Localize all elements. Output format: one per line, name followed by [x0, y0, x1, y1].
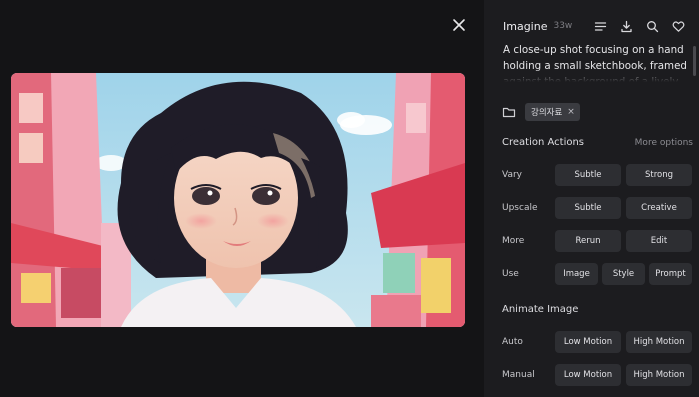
folder-tag[interactable]: 강의자료 × [525, 103, 580, 121]
age-badge: 33w [553, 21, 573, 31]
panel-title: Imagine [503, 19, 548, 33]
search-icon[interactable] [639, 17, 665, 35]
image-viewer [0, 0, 484, 397]
use-prompt-button[interactable]: Prompt [649, 263, 692, 285]
menu-icon[interactable] [587, 17, 613, 35]
auto-label: Auto [502, 337, 523, 347]
auto-high-motion-button[interactable]: High Motion [626, 331, 692, 353]
download-icon[interactable] [613, 17, 639, 35]
folder-tag-label: 강의자료 [531, 108, 563, 118]
header-actions [587, 17, 691, 35]
creation-actions-title: Creation Actions [502, 137, 585, 148]
remove-tag-icon[interactable]: × [567, 107, 575, 117]
details-panel: Imagine 33w A close-up shot focusing on … [484, 0, 699, 397]
vary-strong-button[interactable]: Strong [626, 164, 692, 186]
vary-subtle-button[interactable]: Subtle [555, 164, 621, 186]
manual-low-motion-button[interactable]: Low Motion [555, 364, 621, 386]
use-image-button[interactable]: Image [555, 263, 598, 285]
manual-label: Manual [502, 370, 535, 380]
heart-icon[interactable] [665, 17, 691, 35]
folder-icon[interactable] [502, 105, 516, 119]
manual-high-motion-button[interactable]: High Motion [626, 364, 692, 386]
more-options-link[interactable]: More options [635, 138, 693, 148]
use-label: Use [502, 269, 519, 279]
upscale-subtle-button[interactable]: Subtle [555, 197, 621, 219]
prompt-scrollbar[interactable] [693, 46, 696, 76]
panel-header: Imagine 33w [503, 17, 691, 35]
use-style-button[interactable]: Style [602, 263, 645, 285]
rerun-button[interactable]: Rerun [555, 230, 621, 252]
upscale-label: Upscale [502, 203, 538, 213]
vary-label: Vary [502, 170, 522, 180]
prompt-text-area[interactable]: A close-up shot focusing on a hand holdi… [503, 42, 687, 82]
animate-image-title: Animate Image [502, 304, 579, 315]
more-label: More [502, 236, 525, 246]
prompt-fade [503, 68, 687, 82]
upscale-creative-button[interactable]: Creative [626, 197, 692, 219]
auto-low-motion-button[interactable]: Low Motion [555, 331, 621, 353]
close-icon[interactable] [450, 16, 468, 34]
edit-button[interactable]: Edit [626, 230, 692, 252]
generated-image[interactable] [11, 73, 465, 327]
folder-row: 강의자료 × [502, 102, 580, 122]
